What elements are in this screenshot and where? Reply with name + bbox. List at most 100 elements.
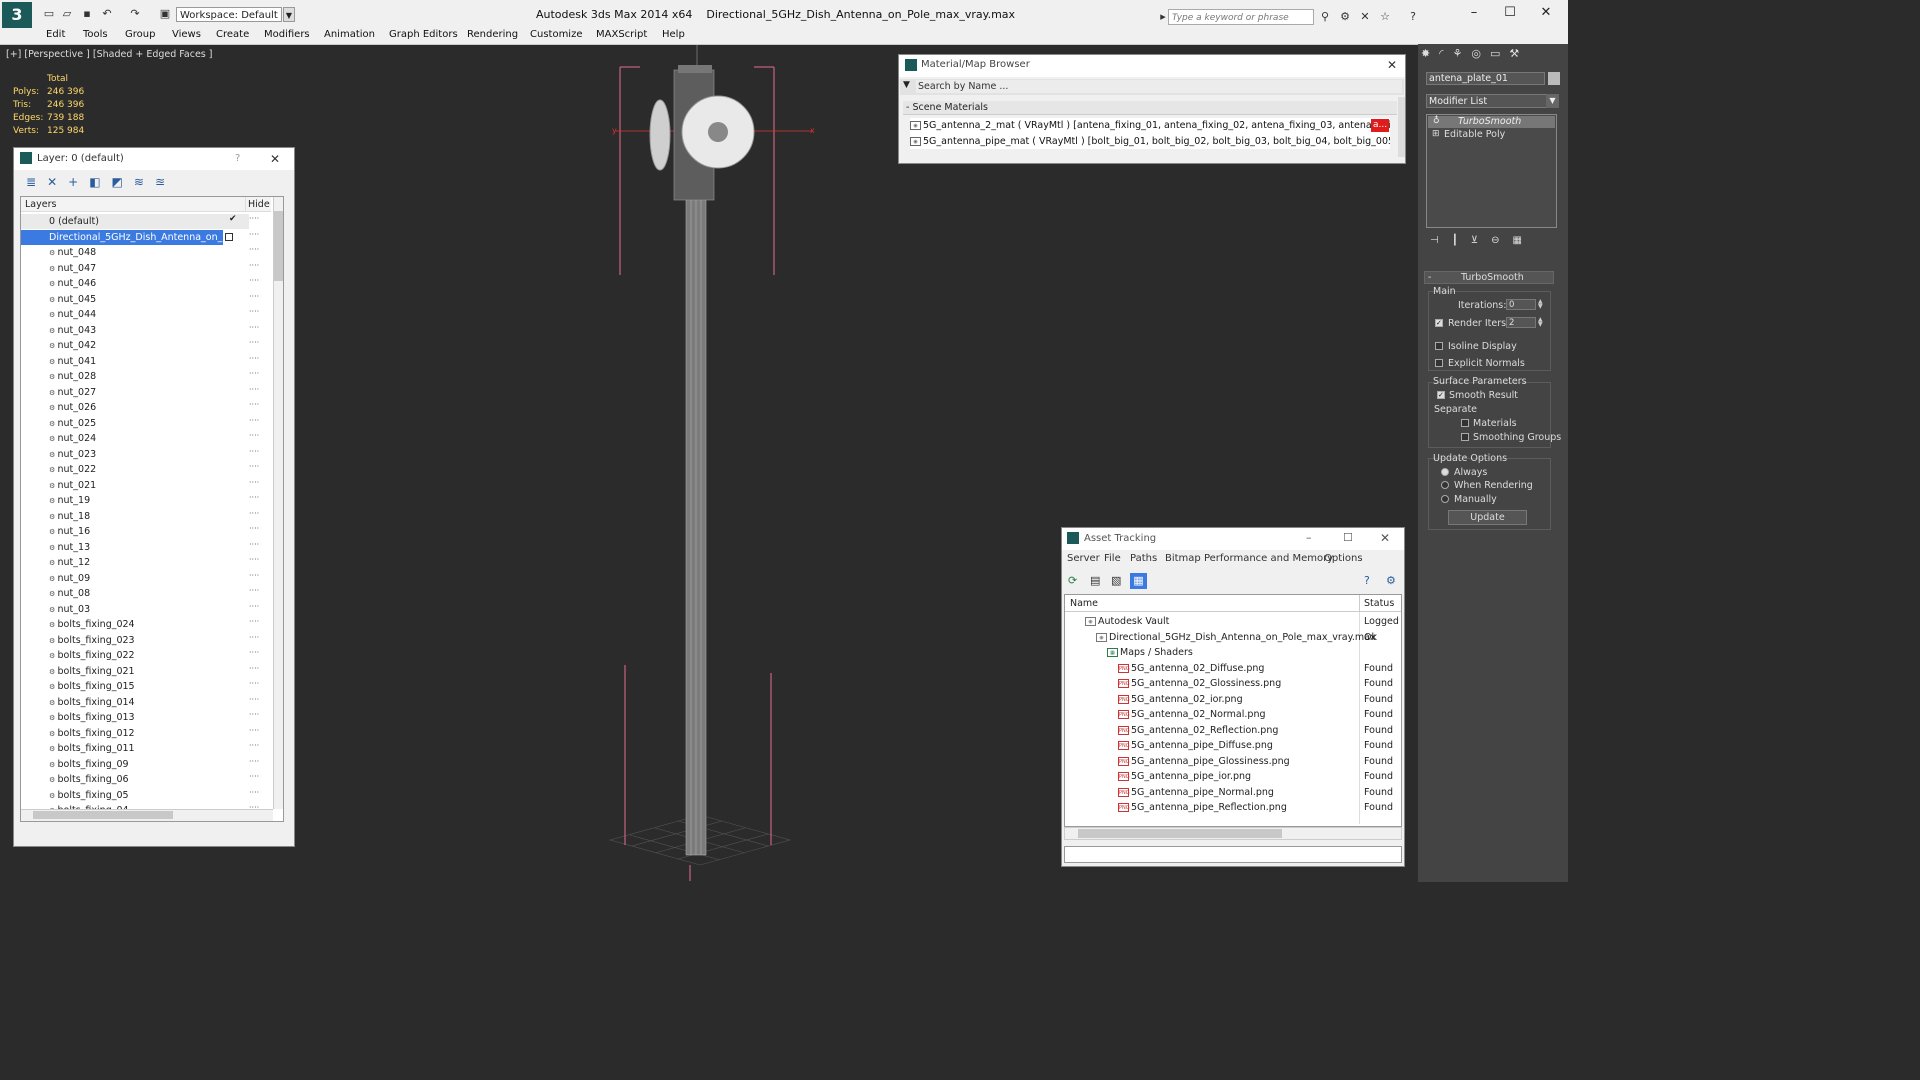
modifier-list-dropdown[interactable]: Modifier List [1426, 94, 1547, 108]
hide-toggle[interactable]: ···· [249, 571, 263, 580]
layer-object-row[interactable]: ⚙ nut_042 [21, 338, 249, 353]
asset-row[interactable]: PNG5G_antenna_pipe_Normal.png Found [1065, 785, 1401, 801]
hide-toggle[interactable]: ···· [249, 323, 263, 332]
material-search-input[interactable]: Search by Name ... [916, 80, 1402, 93]
hide-toggle[interactable]: ···· [249, 788, 263, 797]
menu-customize[interactable]: Customize [530, 29, 583, 40]
hide-toggle[interactable]: ···· [249, 648, 263, 657]
menu-graph-editors[interactable]: Graph Editors [389, 29, 458, 40]
asset-row[interactable]: ◉ Directional_5GHz_Dish_Antenna_on_Pole_m… [1065, 630, 1401, 646]
make-unique-icon[interactable]: ⊻ [1471, 235, 1491, 246]
asset-maximize-button[interactable]: ☐ [1343, 531, 1353, 544]
layer-object-row[interactable]: ⚙ nut_13 [21, 540, 249, 555]
layer-hscroll-thumb[interactable] [33, 811, 173, 819]
smoothing-groups-checkbox[interactable] [1461, 433, 1469, 441]
asset-row[interactable]: PNG5G_antenna_02_Glossiness.png Found [1065, 676, 1401, 692]
save-icon[interactable]: ▪ [80, 7, 94, 21]
asset-menu-server[interactable]: Server [1067, 553, 1100, 564]
hide-toggle[interactable]: ···· [249, 338, 263, 347]
asset-row[interactable]: PNG5G_antenna_02_Reflection.png Found [1065, 723, 1401, 739]
help-icon[interactable]: ? [1406, 10, 1420, 24]
workspace-select[interactable]: Workspace: Default [176, 7, 282, 22]
hide-toggle[interactable]: ···· [249, 462, 263, 471]
layer-close-icon[interactable]: ✕ [270, 152, 280, 166]
create-tab-icon[interactable]: ✸ [1421, 47, 1439, 60]
layer-object-row[interactable]: ⚙ bolts_fixing_024 [21, 617, 249, 632]
asset-status-header[interactable]: Status [1359, 595, 1401, 612]
hide-toggle[interactable]: ···· [249, 307, 263, 316]
layers-column-header[interactable]: Layers [21, 197, 249, 212]
asset-row[interactable]: PNG5G_antenna_02_Normal.png Found [1065, 707, 1401, 723]
hide-toggle[interactable]: ···· [249, 540, 263, 549]
asset-name-header[interactable]: Name [1065, 595, 1359, 612]
layer-object-row[interactable]: ⚙ bolts_fixing_011 [21, 741, 249, 756]
layer-object-row[interactable]: ⚙ nut_026 [21, 400, 249, 415]
asset-row[interactable]: PNG5G_antenna_pipe_ior.png Found [1065, 769, 1401, 785]
asset-hscroll-thumb[interactable] [1078, 829, 1282, 838]
undo-icon[interactable]: ↶ [100, 7, 114, 21]
maximize-button[interactable]: ☐ [1502, 5, 1518, 21]
asset-row[interactable]: PNG5G_antenna_pipe_Reflection.png Found [1065, 800, 1401, 816]
layer-object-row[interactable]: ⚙ bolts_fixing_014 [21, 695, 249, 710]
layer-object-row[interactable]: ⚙ nut_024 [21, 431, 249, 446]
layer-object-row[interactable]: ⚙ nut_047 [21, 261, 249, 276]
hide-toggle[interactable]: ···· [249, 292, 263, 301]
layer-object-row[interactable]: ⚙ bolts_fixing_015 [21, 679, 249, 694]
menu-group[interactable]: Group [125, 29, 155, 40]
hide-all-icon[interactable]: ≋ [134, 175, 155, 189]
new-file-icon[interactable]: ▭ [42, 7, 56, 21]
material-item[interactable]: ◉ 5G_antenna_2_mat ( VRayMtl ) [antena_fi… [910, 118, 1390, 133]
hide-toggle[interactable]: ···· [249, 261, 263, 270]
antenna-model-render[interactable]: y x [560, 45, 900, 882]
select-objects-icon[interactable]: ◧ [89, 175, 111, 189]
hide-toggle[interactable]: ···· [249, 354, 263, 363]
asset-row[interactable]: PNG5G_antenna_pipe_Glossiness.png Found [1065, 754, 1401, 770]
layer-object-row[interactable]: ⚙ nut_022 [21, 462, 249, 477]
asset-row[interactable]: PNG5G_antenna_02_Diffuse.png Found [1065, 661, 1401, 677]
layer-object-row[interactable]: ⚙ nut_023 [21, 447, 249, 462]
render-iters-spinner[interactable]: 2 [1506, 317, 1536, 328]
refresh-icon[interactable]: ⟳ [1068, 574, 1077, 587]
always-radio[interactable] [1441, 468, 1449, 476]
layer-object-row[interactable]: ⚙ bolts_fixing_023 [21, 633, 249, 648]
layer-object-row[interactable]: ⚙ nut_044 [21, 307, 249, 322]
hide-toggle[interactable]: ···· [249, 757, 263, 766]
hide-toggle[interactable]: ···· [249, 431, 263, 440]
binoculars-icon[interactable]: ⚲ [1318, 10, 1332, 24]
layer-row-selected[interactable]: Directional_5GHz_Dish_Antenna_on_Pole [21, 230, 242, 245]
highlight-layer-icon[interactable]: ◩ [112, 175, 134, 189]
hierarchy-tab-icon[interactable]: ⚘ [1452, 47, 1471, 60]
layer-object-row[interactable]: ⚙ nut_18 [21, 509, 249, 524]
layer-scroll-thumb[interactable] [274, 211, 283, 281]
app-logo-icon[interactable]: 3 [2, 2, 32, 28]
favorites-star-icon[interactable]: ☆ [1378, 10, 1392, 24]
utilities-tab-icon[interactable]: ⚒ [1509, 47, 1528, 60]
iterations-spinner-arrows-icon[interactable]: ▲ ▼ [1538, 299, 1543, 310]
menu-maxscript[interactable]: MAXScript [596, 29, 647, 40]
table-view-icon[interactable]: ▦ [1130, 573, 1147, 589]
menu-modifiers[interactable]: Modifiers [264, 29, 310, 40]
asset-menu-paths[interactable]: Paths [1130, 553, 1157, 564]
menu-tools[interactable]: Tools [83, 29, 108, 40]
hide-toggle[interactable]: ···· [249, 509, 263, 518]
subscription-icon[interactable]: ⚙ [1338, 10, 1352, 24]
new-layer-icon[interactable]: ≣ [26, 175, 47, 189]
layer-object-row[interactable]: ⚙ bolts_fixing_06 [21, 772, 249, 787]
layer-object-row[interactable]: ⚙ nut_09 [21, 571, 249, 586]
menu-rendering[interactable]: Rendering [467, 29, 518, 40]
hide-toggle[interactable]: ···· [249, 710, 263, 719]
layer-object-row[interactable]: ⚙ nut_03 [21, 602, 249, 617]
asset-help-icon[interactable]: ? [1364, 574, 1370, 587]
redo-icon[interactable]: ↷ [128, 7, 142, 21]
layer-object-row[interactable]: ⚙ nut_028 [21, 369, 249, 384]
layer-object-row[interactable]: ⚙ bolts_fixing_021 [21, 664, 249, 679]
asset-table[interactable]: Name Status ◉ Autodesk Vault Logged ◉ Direct… [1064, 594, 1402, 827]
render-iters-checkbox[interactable]: ✓ [1435, 319, 1443, 327]
layer-object-row[interactable]: ⚙ bolts_fixing_05 [21, 788, 249, 803]
asset-minimize-button[interactable]: – [1306, 531, 1312, 544]
hide-toggle[interactable]: ···· [249, 726, 263, 735]
hide-toggle[interactable]: ···· [249, 602, 263, 611]
hide-toggle[interactable]: ···· [249, 276, 263, 285]
active-layer-check-icon[interactable]: ✔ [229, 214, 237, 224]
smooth-result-checkbox[interactable]: ✓ [1437, 391, 1445, 399]
